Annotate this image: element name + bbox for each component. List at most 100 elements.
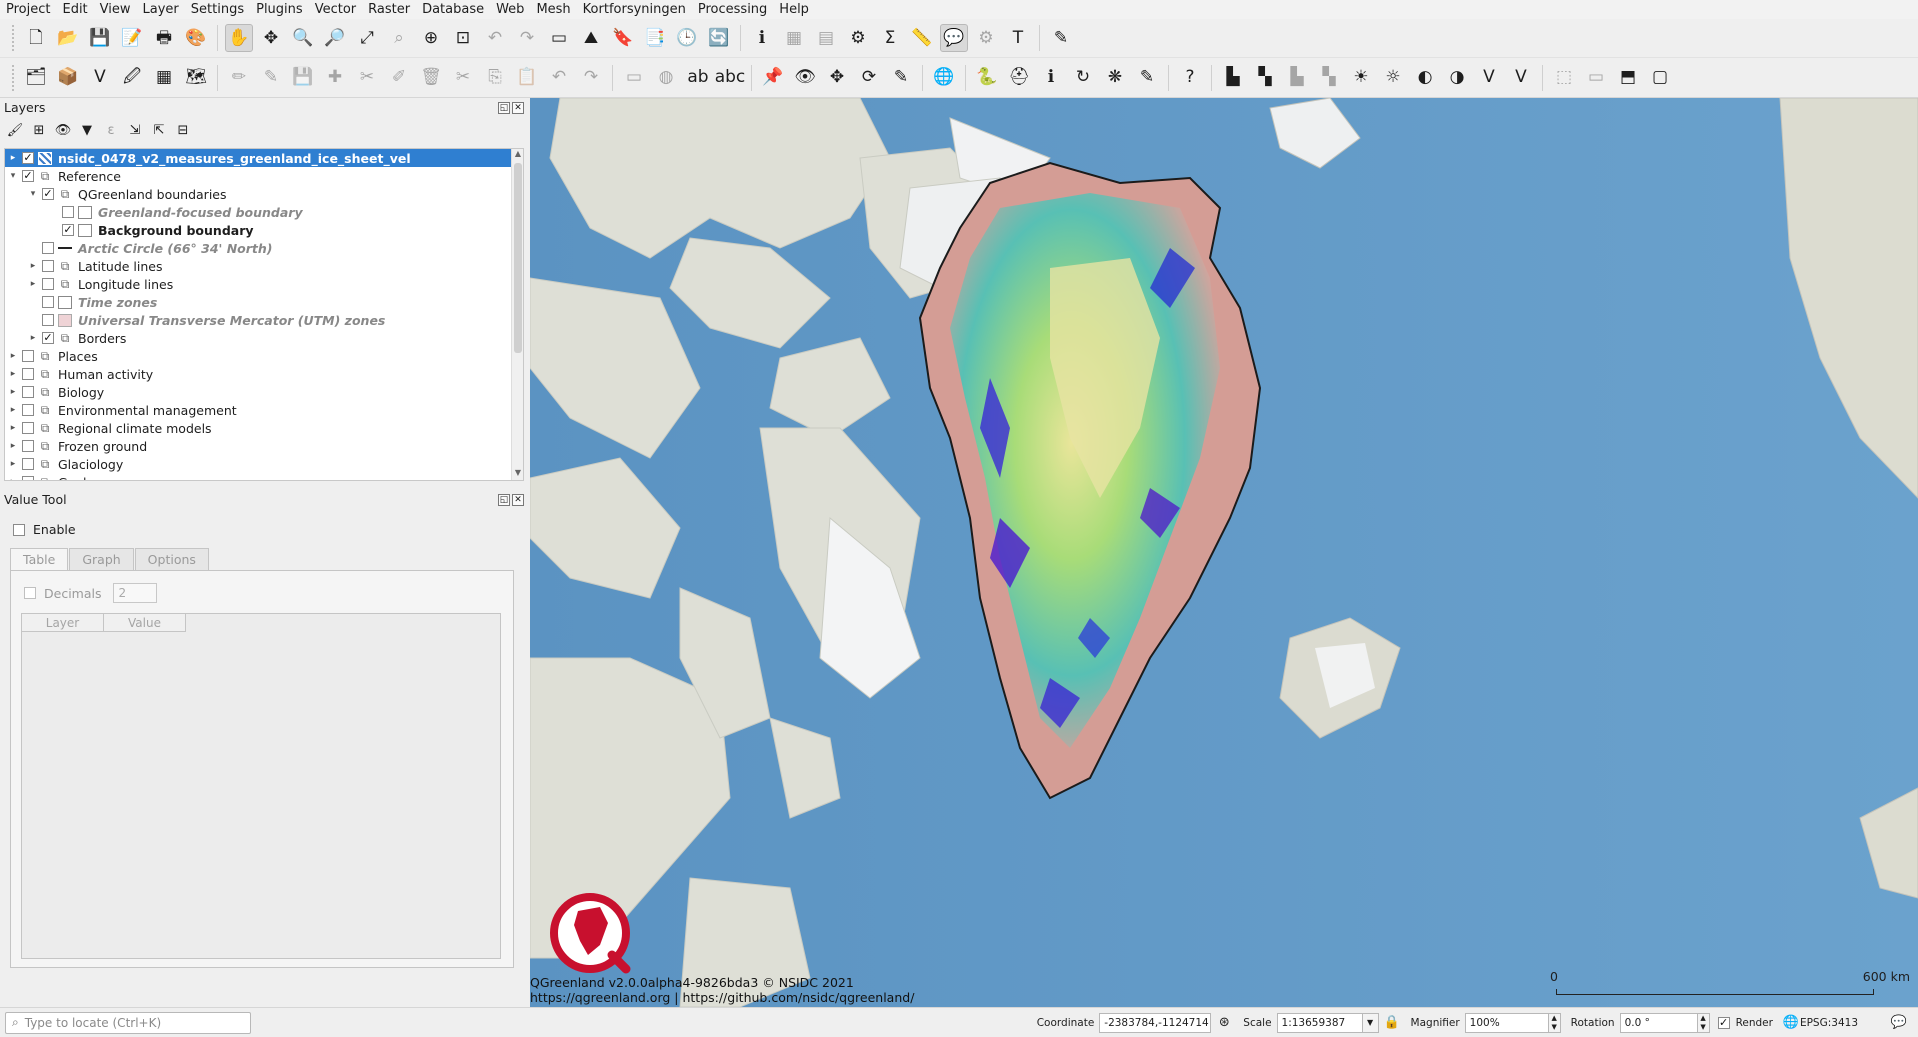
python-console-icon[interactable]: 🐍 [973,64,1001,92]
map-tips-icon[interactable]: 💬 [940,24,968,52]
vertex-tool-icon[interactable]: ✂ [353,64,381,92]
toolbox-icon[interactable]: ⚙ [844,24,872,52]
modify-attributes-icon[interactable]: ✐ [385,64,413,92]
show-bookmarks-icon[interactable]: 📑 [641,24,669,52]
copy-features-icon[interactable]: ⎘ [481,64,509,92]
rotation-field[interactable]: 0.0 ° [1619,1012,1698,1033]
column-header-layer[interactable]: Layer [22,614,104,632]
undo-icon[interactable]: ↶ [545,64,573,92]
label-ab-icon[interactable]: ab [684,64,712,92]
brightness-up-icon[interactable]: ☀ [1347,64,1375,92]
new-bookmark-icon[interactable]: 🔖 [609,24,637,52]
collapse-arrow-icon[interactable]: ▾ [27,189,39,199]
layer-visibility-checkbox[interactable] [42,242,54,254]
expand-arrow-icon[interactable]: ▸ [27,261,39,271]
info-plugin-icon[interactable]: ℹ [1037,64,1065,92]
collapse-all-icon[interactable]: ⇱ [150,122,168,140]
render-checkbox[interactable]: ✓ [1717,1016,1730,1029]
layer-visibility-checkbox[interactable] [42,260,54,272]
layer-visibility-checkbox[interactable]: ✓ [22,152,34,164]
zoom-in-icon[interactable]: 🔍 [289,24,317,52]
histogram-icon[interactable]: ▙ [1219,64,1247,92]
layer-visibility-checkbox[interactable] [22,458,34,470]
expand-arrow-icon[interactable]: ▸ [7,477,19,480]
save-edits-icon[interactable]: 💾 [289,64,317,92]
close-panel-icon[interactable]: ✕ [512,494,524,506]
layer-tree-row[interactable]: Universal Transverse Mercator (UTM) zone… [5,311,523,329]
menu-web[interactable]: Web [490,0,530,19]
layer-tree-row[interactable]: ▸ ✓ ⧉ Borders [5,329,523,347]
filter-legend-icon[interactable]: ▼ [78,122,96,140]
manage-themes-icon[interactable]: 👁 [54,122,72,140]
new-geopackage-icon[interactable]: 🗺 [182,64,210,92]
layer-visibility-checkbox[interactable] [22,368,34,380]
layer-visibility-checkbox[interactable] [22,476,34,480]
remove-layer-icon[interactable]: ⊟ [174,122,192,140]
locator-search[interactable]: ⌕ Type to locate (Ctrl+K) [5,1011,251,1034]
plugin-globe-icon[interactable]: 🌐 [930,64,958,92]
scale-dropdown-icon[interactable]: ▼ [1362,1012,1379,1033]
expand-arrow-icon[interactable]: ▸ [27,279,39,289]
redo-icon[interactable]: ↷ [577,64,605,92]
print-layout-icon[interactable]: 🖶 [150,24,178,52]
menu-plugins[interactable]: Plugins [250,0,309,19]
expand-arrow-icon[interactable]: ▸ [7,405,19,415]
layer-visibility-checkbox[interactable] [22,350,34,362]
refresh-icon[interactable]: 🔄 [705,24,733,52]
stretch-icon[interactable]: ▚ [1251,64,1279,92]
reload-plugin-icon[interactable]: ↻ [1069,64,1097,92]
filter-expression-icon[interactable]: ε [102,122,120,140]
layer-visibility-checkbox[interactable]: ✓ [42,188,54,200]
layer-tree-scrollbar[interactable]: ▲ ▼ [511,149,523,480]
layer-tree-row[interactable]: ▸ ⧉ Places [5,347,523,365]
add-feature-icon[interactable]: ✚ [321,64,349,92]
tab-table[interactable]: Table [10,548,69,570]
layer-visibility-checkbox[interactable]: ✓ [62,224,74,236]
expand-arrow-icon[interactable]: ▸ [7,441,19,451]
layer-visibility-checkbox[interactable] [22,404,34,416]
label-abc-icon[interactable]: abc [715,64,746,92]
expand-all-icon[interactable]: ⇲ [126,122,144,140]
layer-tree-row[interactable]: Time zones [5,293,523,311]
layer-visibility-checkbox[interactable]: ✓ [42,332,54,344]
stretch-dim-icon[interactable]: ▙ [1283,64,1311,92]
layer-visibility-checkbox[interactable] [22,440,34,452]
zoom-last-icon[interactable]: ↶ [481,24,509,52]
new-3d-view-icon[interactable]: ⛰ [577,24,605,52]
expand-arrow-icon[interactable]: ▸ [7,153,19,163]
menu-project[interactable]: Project [0,0,56,19]
digitize-icon[interactable]: ✎ [1047,24,1075,52]
add-layer-icon[interactable]: 📦 [54,64,82,92]
pan-to-selection-icon[interactable]: ✥ [257,24,285,52]
toggle-extents-icon[interactable]: ⊛ [1215,1014,1233,1032]
menu-processing[interactable]: Processing [692,0,773,19]
menu-vector[interactable]: Vector [309,0,362,19]
zoom-to-selection-icon[interactable]: ⌕ [385,24,413,52]
identify-icon[interactable]: ℹ [748,24,776,52]
contrast-up-icon[interactable]: ◐ [1411,64,1439,92]
layer-visibility-checkbox[interactable] [22,386,34,398]
layer-tree-row[interactable]: Arctic Circle (66° 34' North) [5,239,523,257]
crs-label[interactable]: EPSG:3413 [1800,1017,1858,1029]
label-toolbar-icon[interactable]: ▭ [620,64,648,92]
layer-visibility-checkbox[interactable] [42,314,54,326]
scroll-up-icon[interactable]: ▲ [512,149,523,161]
zoom-native-icon[interactable]: ⊡ [449,24,477,52]
cut-features-icon[interactable]: ✂ [449,64,477,92]
scroll-down-icon[interactable]: ▼ [512,468,523,480]
menu-mesh[interactable]: Mesh [530,0,576,19]
pan-map-icon[interactable]: ✋ [225,24,253,52]
tab-options[interactable]: Options [134,548,209,570]
float-panel-icon[interactable]: ◱ [498,494,510,506]
data-source-manager-icon[interactable]: 🗂 [22,64,50,92]
show-label-icon[interactable]: 👁 [791,64,819,92]
local-histogram-icon[interactable]: ▚ [1315,64,1343,92]
layer-visibility-checkbox[interactable] [22,422,34,434]
new-project-icon[interactable]: 🗋 [22,24,50,52]
open-project-icon[interactable]: 📂 [54,24,82,52]
layer-visibility-checkbox[interactable]: ✓ [22,170,34,182]
magnifier-field[interactable]: 100% [1464,1012,1549,1033]
select-features-icon[interactable]: ⬚ [1550,64,1578,92]
change-label-icon[interactable]: ✎ [887,64,915,92]
layer-tree-row[interactable]: ▸ ⧉ Environmental management [5,401,523,419]
